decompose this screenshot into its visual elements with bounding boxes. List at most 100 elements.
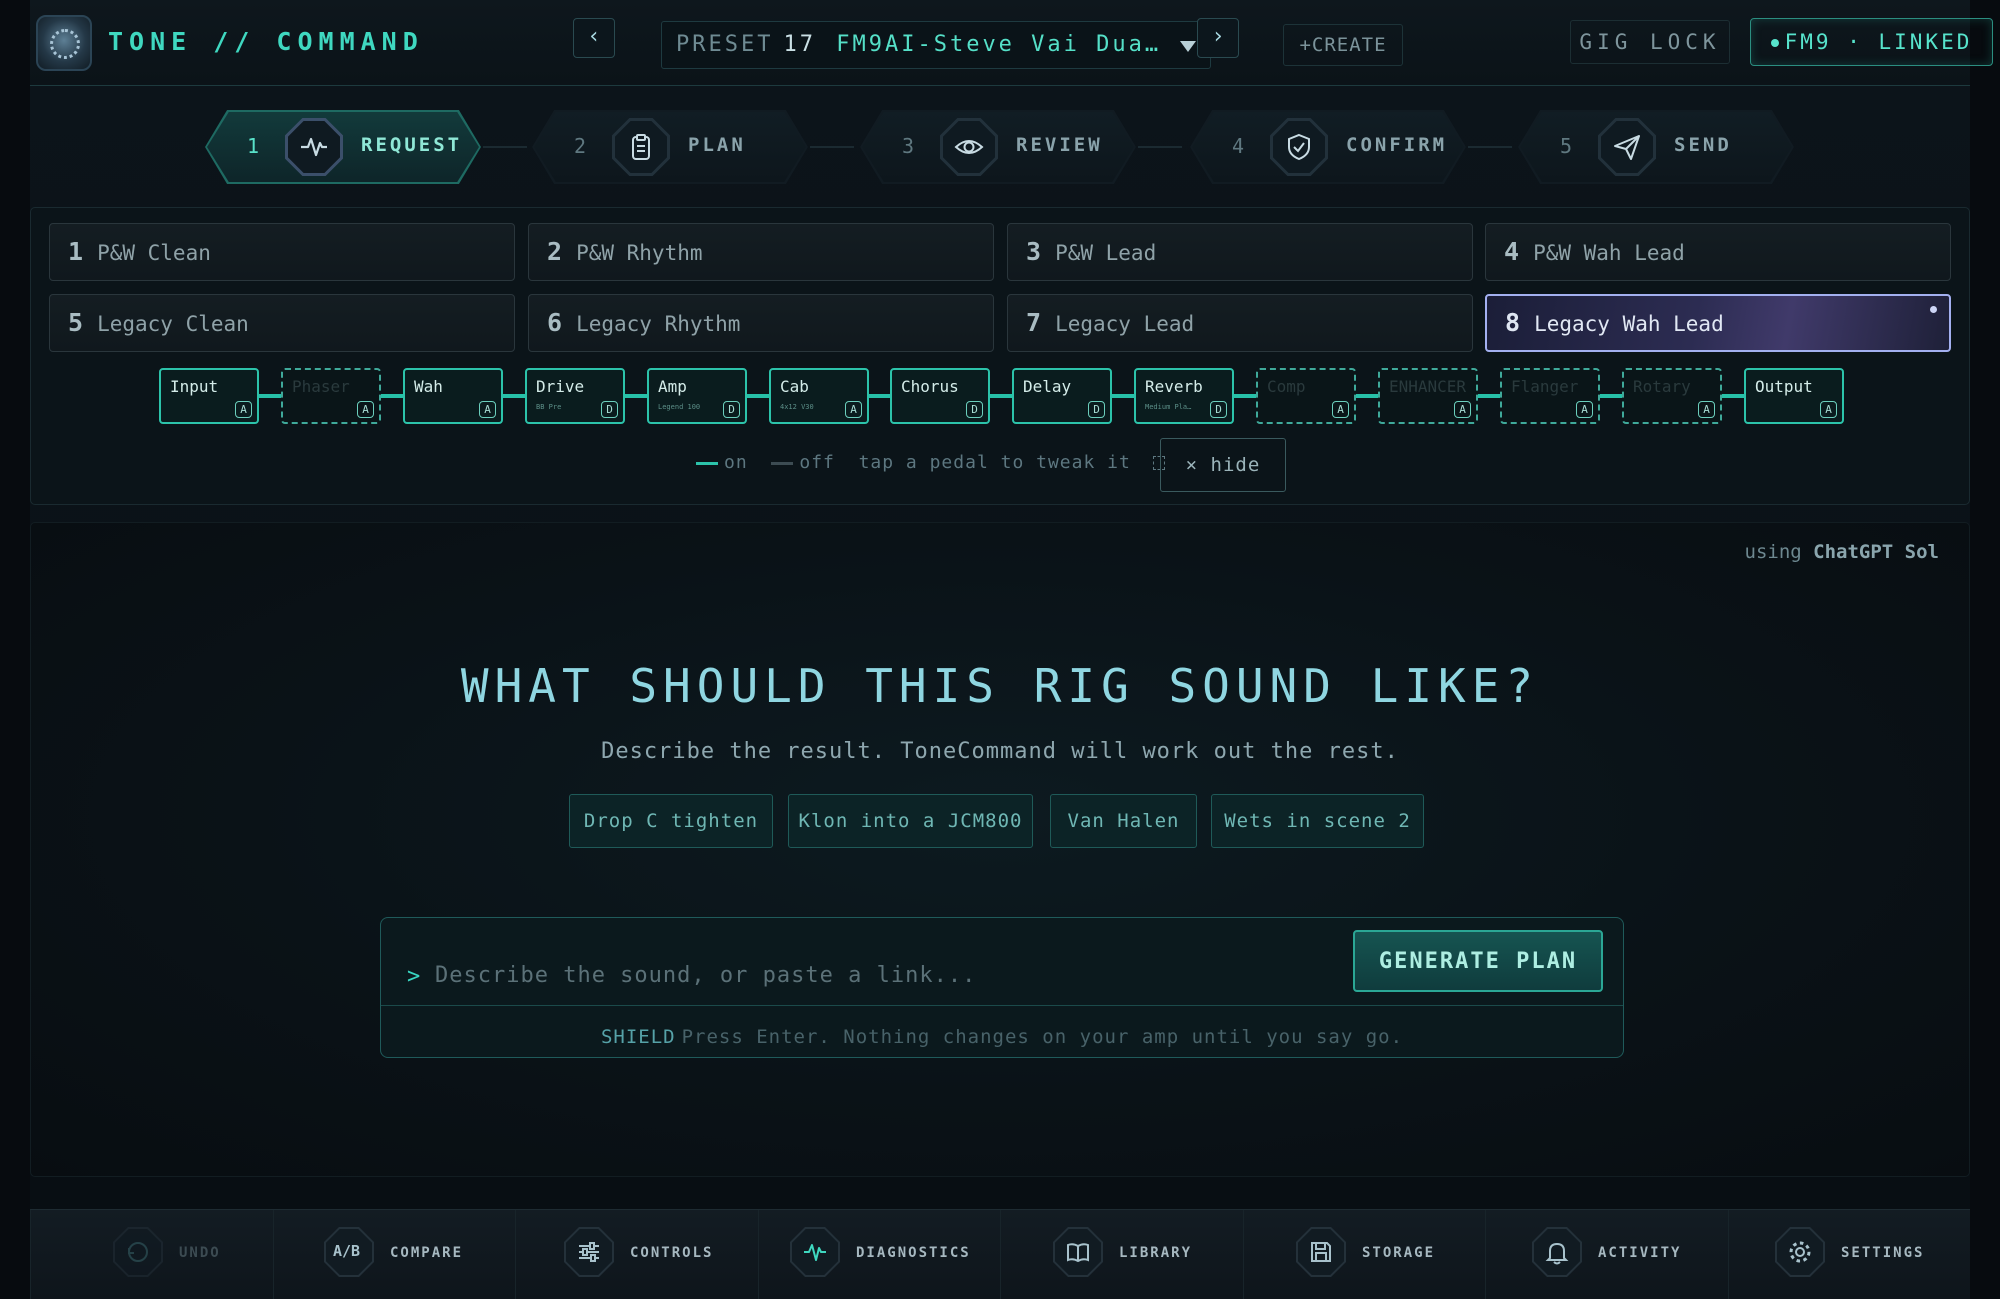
scene-button[interactable]: 5 Legacy Clean bbox=[49, 294, 515, 352]
pedal-name: Delay bbox=[1023, 377, 1072, 396]
pedal-cab[interactable]: Cab 4x12 V30 A bbox=[769, 368, 869, 424]
pedal-name: Chorus bbox=[901, 377, 959, 396]
scene-button[interactable]: 7 Legacy Lead bbox=[1007, 294, 1473, 352]
status-dot-icon bbox=[1770, 39, 1779, 47]
page-subline: Describe the result. ToneCommand will wo… bbox=[601, 739, 1399, 764]
dock-compare[interactable]: A/B COMPARE bbox=[273, 1210, 516, 1299]
scene-button[interactable]: 2 P&W Rhythm bbox=[528, 223, 994, 281]
pedal-channel-badge: D bbox=[1088, 401, 1105, 418]
scene-button[interactable]: 4 P&W Wah Lead bbox=[1485, 223, 1951, 281]
pedal-input[interactable]: Input A bbox=[159, 368, 259, 424]
scene-button[interactable]: 1 P&W Clean bbox=[49, 223, 515, 281]
step-review[interactable]: 3 REVIEW bbox=[860, 110, 1136, 184]
preset-label: PRESET bbox=[676, 32, 774, 57]
prompt-input-row: > GENERATE PLAN bbox=[381, 918, 1623, 1006]
scene-button[interactable]: 8 Legacy Wah Lead bbox=[1485, 294, 1951, 352]
scene-name: Legacy Lead bbox=[1055, 312, 1195, 336]
pedal-amp[interactable]: Amp Legend 100 D bbox=[647, 368, 747, 424]
dock-settings[interactable]: SETTINGS bbox=[1728, 1210, 1971, 1299]
dock-storage[interactable]: STORAGE bbox=[1243, 1210, 1486, 1299]
step-connector bbox=[810, 146, 854, 148]
prev-preset-button[interactable]: ‹ bbox=[573, 18, 615, 58]
pedal-rotary[interactable]: Rotary A bbox=[1622, 368, 1722, 424]
clipboard-icon bbox=[612, 118, 670, 176]
bottom-dock: UNDO A/B COMPARE CONTROLS DIAGNOSTICS LIBRARY… bbox=[30, 1209, 1970, 1299]
dock-activity[interactable]: ACTIVITY bbox=[1485, 1210, 1728, 1299]
model-prefix: using bbox=[1744, 541, 1802, 563]
app-title: TONE // COMMAND bbox=[108, 27, 424, 56]
model-indicator: using ChatGPT Sol bbox=[1745, 541, 1940, 563]
pedal-phaser[interactable]: Phaser A bbox=[281, 368, 381, 424]
pedal-channel-badge: A bbox=[357, 401, 374, 418]
scene-name: P&W Wah Lead bbox=[1533, 241, 1685, 265]
pedal-chorus[interactable]: Chorus D bbox=[890, 368, 990, 424]
step-number: 4 bbox=[1232, 134, 1245, 158]
step-label: SEND bbox=[1674, 134, 1732, 156]
preset-selector[interactable]: PRESET 17 FM9AI-Steve Vai Dua… bbox=[661, 21, 1211, 69]
step-send[interactable]: 5 SEND bbox=[1518, 110, 1794, 184]
suggestion-chip[interactable]: Drop C tighten bbox=[569, 794, 773, 848]
generate-plan-button[interactable]: GENERATE PLAN bbox=[1353, 930, 1603, 992]
pedal-enhancer[interactable]: ENHANCER A bbox=[1378, 368, 1478, 424]
pedal-name: Drive bbox=[536, 377, 585, 396]
ab-compare-icon: A/B bbox=[324, 1227, 374, 1277]
prompt-input[interactable] bbox=[435, 958, 1335, 992]
pedal-channel-badge: A bbox=[479, 401, 496, 418]
dock-diagnostics[interactable]: DIAGNOSTICS bbox=[758, 1210, 1001, 1299]
step-number: 1 bbox=[247, 134, 260, 158]
suggestion-chip[interactable]: Klon into a JCM800 bbox=[788, 794, 1033, 848]
scene-number: 1 bbox=[68, 237, 84, 266]
model-name[interactable]: ChatGPT Sol bbox=[1813, 541, 1939, 563]
pedal-comp[interactable]: Comp A bbox=[1256, 368, 1356, 424]
book-icon bbox=[1053, 1227, 1103, 1277]
step-label: CONFIRM bbox=[1346, 134, 1448, 156]
prompt-hint-text: Press Enter. Nothing changes on your amp… bbox=[681, 1026, 1404, 1048]
step-confirm[interactable]: 4 CONFIRM bbox=[1190, 110, 1466, 184]
dock-label: LIBRARY bbox=[1119, 1245, 1193, 1261]
scene-button[interactable]: 6 Legacy Rhythm bbox=[528, 294, 994, 352]
scene-name: P&W Clean bbox=[97, 241, 211, 265]
pedal-model: Legend 100 bbox=[658, 403, 701, 411]
pedal-delay[interactable]: Delay D bbox=[1012, 368, 1112, 424]
pulse-icon bbox=[790, 1227, 840, 1277]
preset-name: FM9AI-Steve Vai Dua… bbox=[836, 32, 1162, 57]
active-scene-dot bbox=[1930, 306, 1937, 313]
pedal-drive[interactable]: Drive BB Pre D bbox=[525, 368, 625, 424]
pedal-name: Reverb bbox=[1145, 377, 1203, 396]
gig-lock-button[interactable]: GIG LOCK bbox=[1570, 20, 1730, 64]
scene-number: 5 bbox=[68, 308, 84, 337]
prompt-caret: > bbox=[407, 964, 421, 989]
pedal-channel-badge: D bbox=[601, 401, 618, 418]
scene-number: 2 bbox=[547, 237, 563, 266]
pedal-channel-badge: A bbox=[845, 401, 862, 418]
scene-name: P&W Rhythm bbox=[576, 241, 703, 265]
hide-chain-button[interactable]: × hide bbox=[1160, 438, 1286, 492]
step-number: 3 bbox=[902, 134, 915, 158]
pedal-reverb[interactable]: Reverb Medium Pla… D bbox=[1134, 368, 1234, 424]
pedal-name: Wah bbox=[414, 377, 443, 396]
pedal-name: Cab bbox=[780, 377, 809, 396]
scene-button[interactable]: 3 P&W Lead bbox=[1007, 223, 1473, 281]
pedal-output[interactable]: Output A bbox=[1744, 368, 1844, 424]
pedal-channel-badge: D bbox=[723, 401, 740, 418]
pedal-name: Comp bbox=[1267, 377, 1306, 396]
step-plan[interactable]: 2 PLAN bbox=[532, 110, 808, 184]
create-preset-button[interactable]: +CREATE bbox=[1283, 24, 1403, 66]
pedal-flanger[interactable]: Flanger A bbox=[1500, 368, 1600, 424]
pedal-channel-badge: A bbox=[1454, 401, 1471, 418]
scene-number: 3 bbox=[1026, 237, 1042, 266]
step-request[interactable]: 1 REQUEST bbox=[205, 110, 481, 184]
prompt-hint: SHIELD Press Enter. Nothing changes on yo… bbox=[381, 1026, 1623, 1048]
pedal-channel-badge: A bbox=[1698, 401, 1715, 418]
suggestion-chip[interactable]: Wets in scene 2 bbox=[1211, 794, 1424, 848]
chevron-down-icon bbox=[1180, 41, 1196, 52]
dock-label: UNDO bbox=[179, 1245, 221, 1261]
shield-tag: SHIELD bbox=[600, 1026, 676, 1048]
dock-controls[interactable]: CONTROLS bbox=[515, 1210, 758, 1299]
dock-library[interactable]: LIBRARY bbox=[1000, 1210, 1243, 1299]
step-connector bbox=[1138, 146, 1182, 148]
app-logo bbox=[36, 15, 92, 71]
next-preset-button[interactable]: › bbox=[1197, 18, 1239, 58]
suggestion-chip[interactable]: Van Halen bbox=[1050, 794, 1197, 848]
pedal-wah[interactable]: Wah A bbox=[403, 368, 503, 424]
